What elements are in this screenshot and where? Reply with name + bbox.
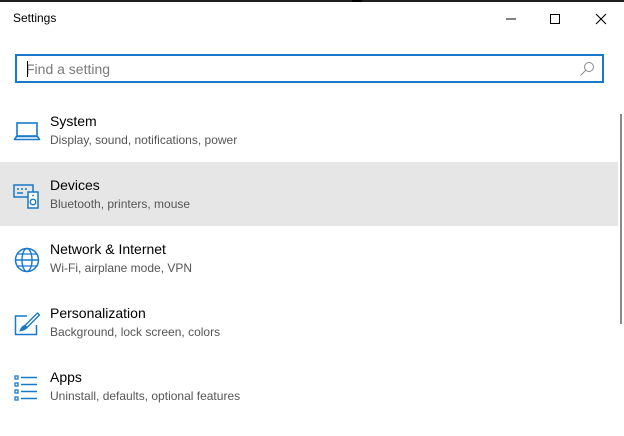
search-icon[interactable] — [579, 61, 595, 77]
maximize-button[interactable] — [532, 2, 578, 36]
window-title: Settings — [13, 11, 57, 25]
search-input[interactable] — [17, 56, 566, 81]
globe-icon — [14, 247, 40, 273]
category-personalization[interactable]: Personalization Background, lock screen,… — [0, 290, 618, 354]
category-name: Personalization — [50, 305, 146, 321]
personalization-icon — [14, 312, 41, 336]
apps-icon — [14, 375, 37, 401]
search-box[interactable] — [15, 54, 604, 83]
category-description: Background, lock screen, colors — [50, 325, 221, 339]
category-name: System — [50, 113, 97, 129]
scrollbar[interactable] — [618, 98, 624, 436]
category-devices[interactable]: Devices Bluetooth, printers, mouse — [0, 162, 618, 226]
minimize-button[interactable] — [488, 2, 534, 36]
category-description: Wi-Fi, airplane mode, VPN — [50, 261, 193, 275]
close-icon — [595, 13, 607, 25]
category-description: Display, sound, notifications, power — [50, 133, 238, 147]
close-button[interactable] — [578, 2, 624, 36]
category-system[interactable]: System Display, sound, notifications, po… — [0, 98, 618, 162]
category-description: Bluetooth, printers, mouse — [50, 197, 191, 211]
category-name: Apps — [50, 369, 82, 385]
laptop-icon — [13, 122, 41, 141]
category-name: Devices — [50, 177, 100, 193]
devices-icon — [13, 184, 39, 209]
category-description: Uninstall, defaults, optional features — [50, 389, 241, 403]
maximize-icon — [550, 14, 560, 24]
scrollbar-thumb[interactable] — [620, 114, 622, 324]
minimize-icon — [506, 18, 516, 20]
settings-category-list: System Display, sound, notifications, po… — [0, 98, 618, 418]
category-apps[interactable]: Apps Uninstall, defaults, optional featu… — [0, 354, 618, 418]
category-network[interactable]: Network & Internet Wi-Fi, airplane mode,… — [0, 226, 618, 290]
title-bar: Settings — [0, 2, 624, 36]
category-name: Network & Internet — [50, 241, 166, 257]
text-caret — [27, 61, 28, 77]
